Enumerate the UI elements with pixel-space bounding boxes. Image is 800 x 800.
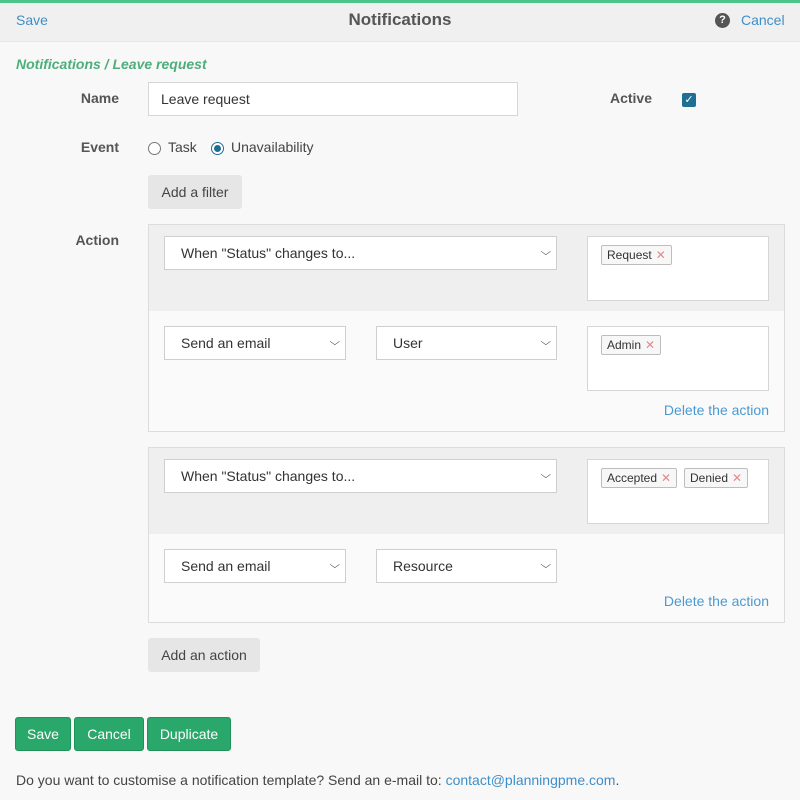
action-2-recipient-value: Resource xyxy=(393,558,453,574)
remove-tag-icon[interactable]: ✕ xyxy=(732,471,742,485)
event-radio-task[interactable] xyxy=(148,142,161,155)
tag-accepted: Accepted ✕ xyxy=(601,468,678,488)
chevron-down-icon: ⌵ xyxy=(540,337,552,348)
action-panel-2: When "Status" changes to... ⌵ Accepted ✕ D… xyxy=(148,447,785,623)
action-1-send-value: Send an email xyxy=(181,335,271,351)
cancel-button[interactable]: Cancel xyxy=(74,717,144,751)
action-panel-1: When "Status" changes to... ⌵ Request ✕ Se… xyxy=(148,224,785,432)
tag-label: Request xyxy=(607,248,652,262)
help-icon[interactable]: ? xyxy=(715,13,730,28)
remove-tag-icon[interactable]: ✕ xyxy=(645,338,655,352)
tag-label: Denied xyxy=(690,471,729,485)
action-1-recipient-tags[interactable]: Admin ✕ xyxy=(587,326,769,391)
action-1-delete-link[interactable]: Delete the action xyxy=(664,402,769,418)
save-button[interactable]: Save xyxy=(15,717,71,751)
action-1-recipient-select[interactable]: User ⌵ xyxy=(376,326,557,360)
active-label: Active xyxy=(609,90,652,106)
action-2-delete-link[interactable]: Delete the action xyxy=(664,593,769,609)
action-2-condition-tags[interactable]: Accepted ✕ Denied ✕ xyxy=(587,459,769,524)
header-cancel-link[interactable]: Cancel xyxy=(741,12,785,28)
header-bar: Save Notifications ? Cancel xyxy=(0,3,800,42)
duplicate-button[interactable]: Duplicate xyxy=(147,717,231,751)
tag-denied: Denied ✕ xyxy=(684,468,749,488)
action-2-recipient-select[interactable]: Resource ⌵ xyxy=(376,549,557,583)
add-filter-button[interactable]: Add a filter xyxy=(148,175,242,209)
tag-label: Accepted xyxy=(607,471,658,485)
chevron-down-icon: ⌵ xyxy=(540,560,552,571)
name-input[interactable]: Leave request xyxy=(148,82,518,116)
action-2-send-value: Send an email xyxy=(181,558,271,574)
tag-admin: Admin ✕ xyxy=(601,335,662,355)
event-radio-unavailability[interactable] xyxy=(211,142,224,155)
remove-tag-icon[interactable]: ✕ xyxy=(656,248,666,262)
action-2-condition-select[interactable]: When "Status" changes to... ⌵ xyxy=(164,459,557,493)
footer-text: Do you want to customise a notification … xyxy=(16,772,446,788)
name-label: Name xyxy=(80,90,119,106)
chevron-down-icon: ⌵ xyxy=(540,470,552,481)
add-action-button[interactable]: Add an action xyxy=(148,638,260,672)
contact-email-link[interactable]: contact@planningpme.com xyxy=(446,772,616,788)
tag-label: Admin xyxy=(607,338,642,352)
chevron-down-icon: ⌵ xyxy=(540,247,552,258)
event-radio-task-label: Task xyxy=(168,139,197,155)
active-checkbox[interactable]: ✓ xyxy=(682,93,696,107)
remove-tag-icon[interactable]: ✕ xyxy=(661,471,671,485)
footer-end: . xyxy=(615,772,620,788)
page-title: Notifications xyxy=(348,10,452,29)
event-radio-unavailability-label: Unavailability xyxy=(231,139,314,155)
chevron-down-icon: ⌵ xyxy=(329,560,341,571)
action-1-condition-value: When "Status" changes to... xyxy=(181,245,356,261)
chevron-down-icon: ⌵ xyxy=(329,337,341,348)
action-1-send-select[interactable]: Send an email ⌵ xyxy=(164,326,346,360)
footer-note: Do you want to customise a notification … xyxy=(16,772,619,788)
action-1-condition-select[interactable]: When "Status" changes to... ⌵ xyxy=(164,236,557,270)
action-2-condition-value: When "Status" changes to... xyxy=(181,468,356,484)
action-1-condition-tags[interactable]: Request ✕ xyxy=(587,236,769,301)
event-label: Event xyxy=(80,139,119,155)
breadcrumb: Notifications / Leave request xyxy=(16,56,207,72)
action-2-send-select[interactable]: Send an email ⌵ xyxy=(164,549,346,583)
action-label: Action xyxy=(75,232,119,248)
action-1-recipient-value: User xyxy=(393,335,423,351)
tag-request: Request ✕ xyxy=(601,245,672,265)
